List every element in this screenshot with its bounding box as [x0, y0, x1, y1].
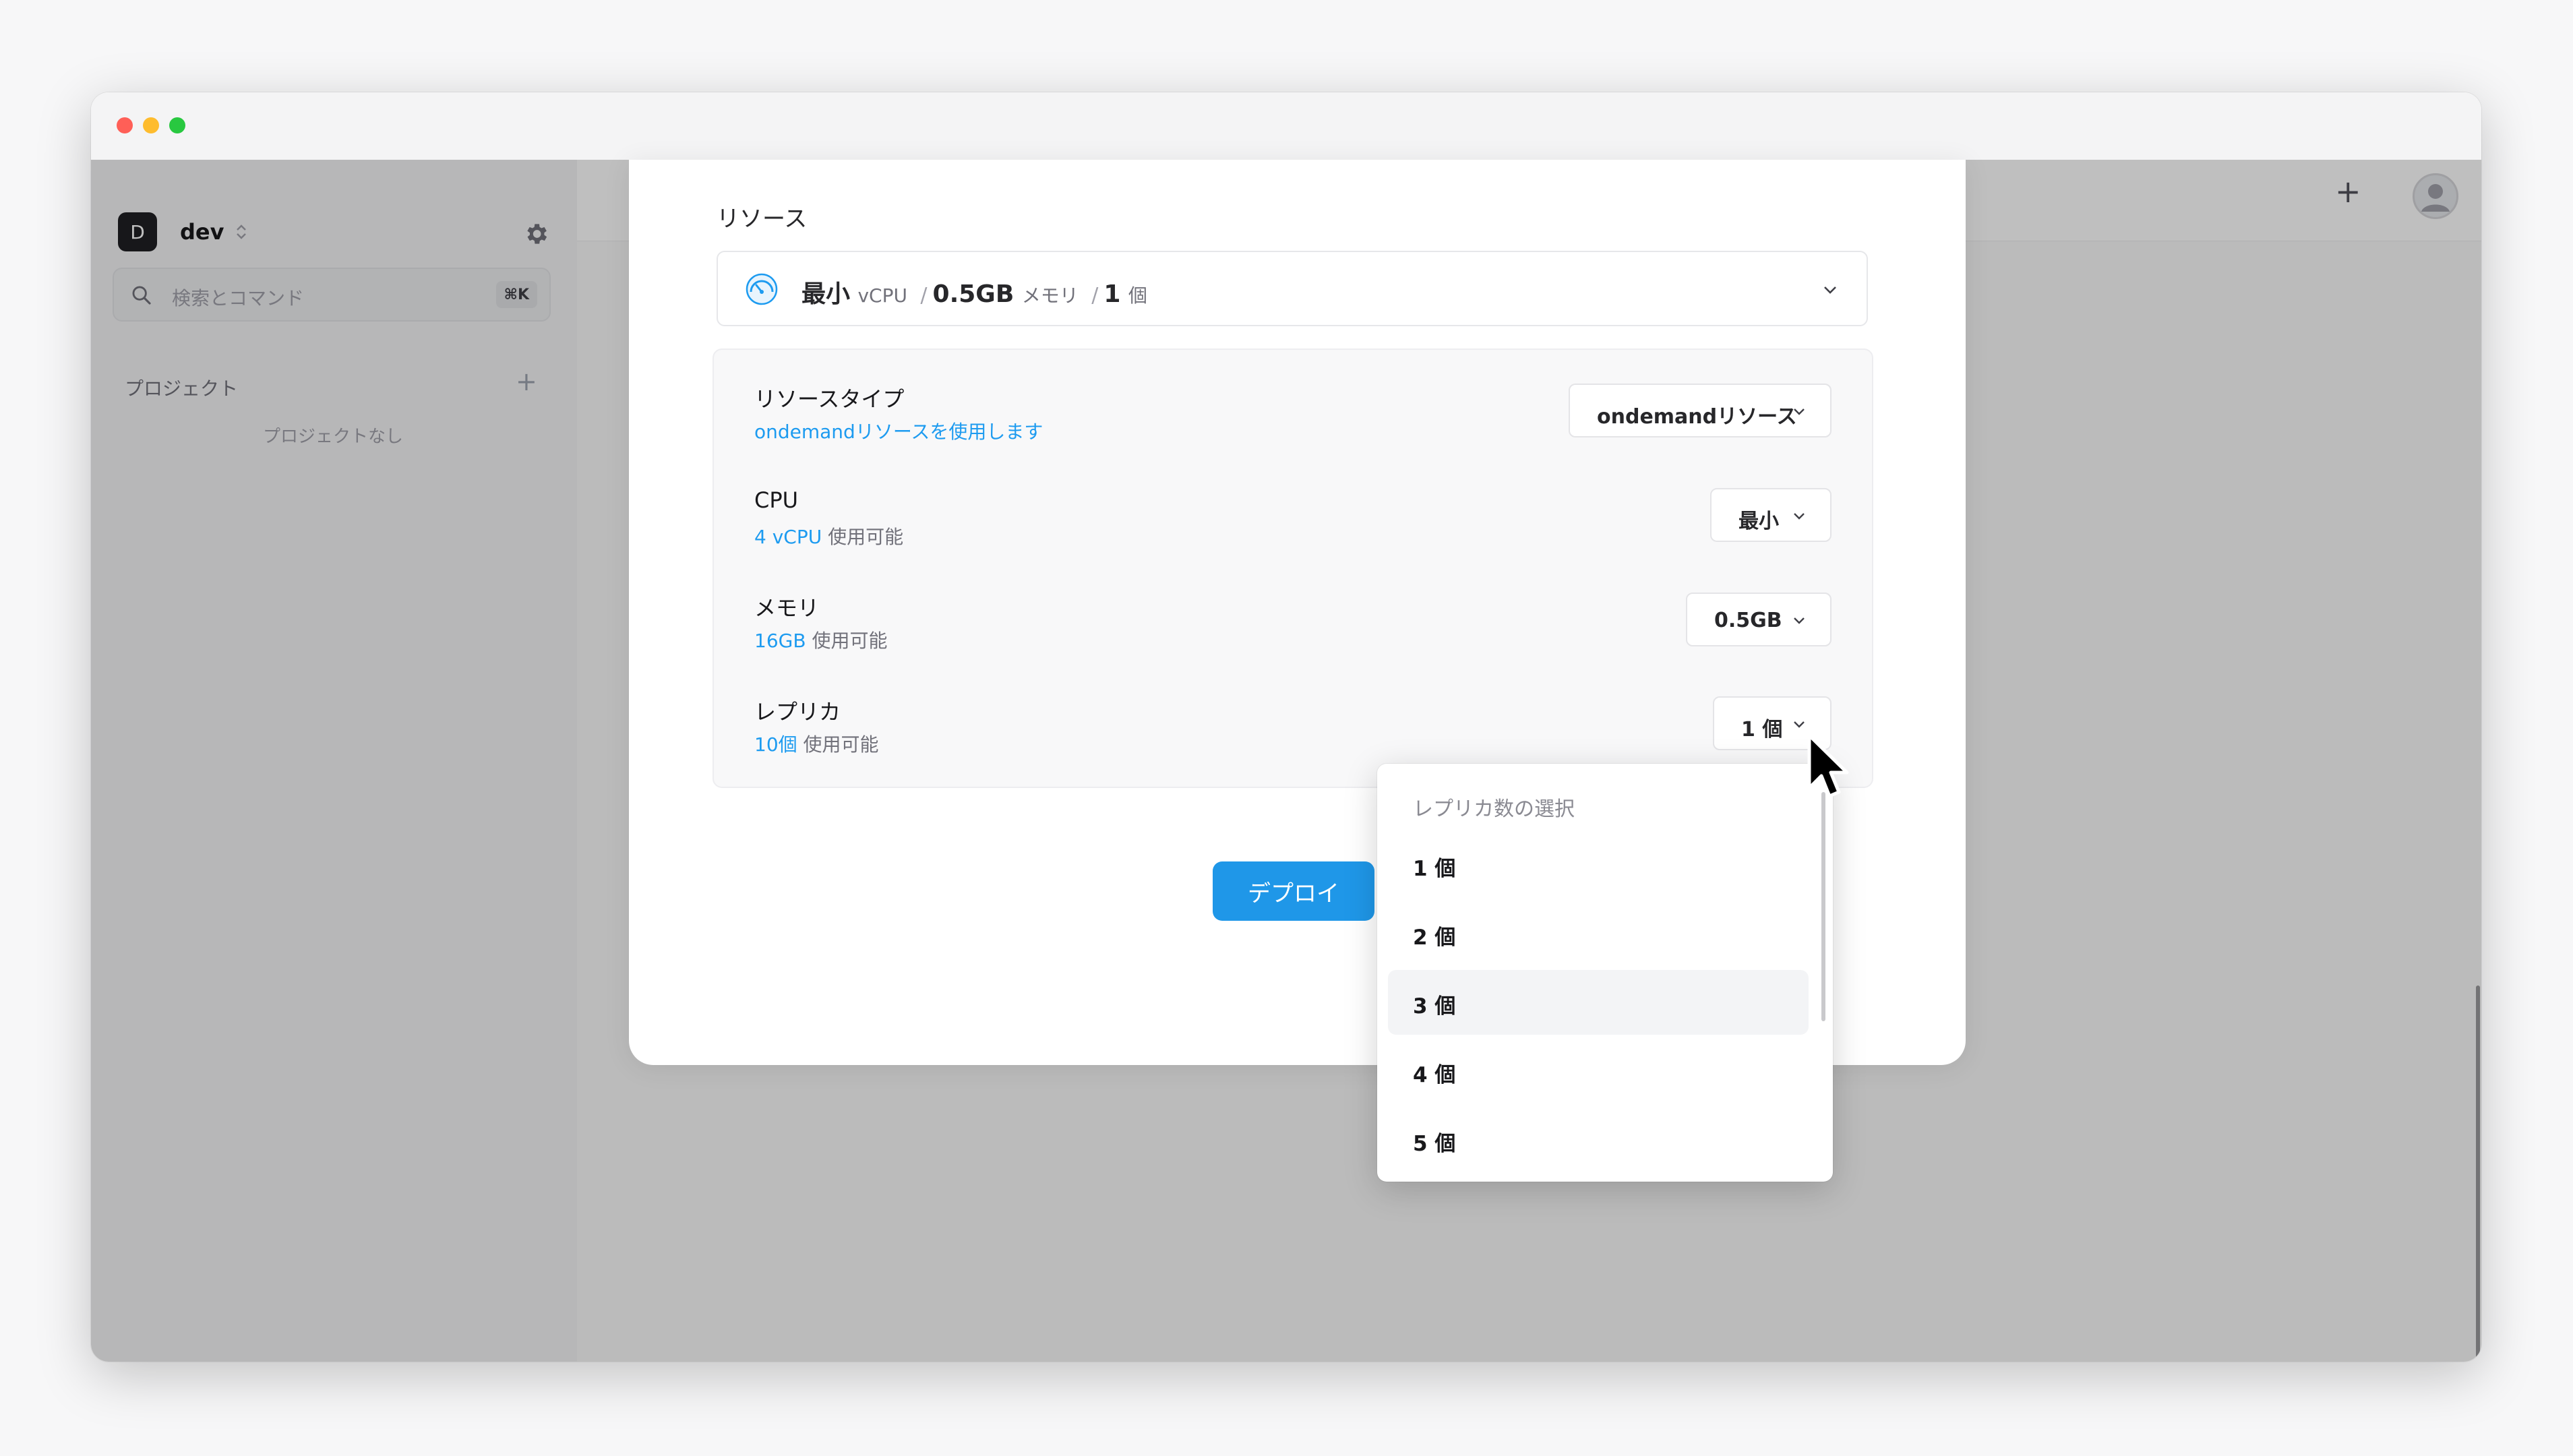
resource-type-label: リソースタイプ	[754, 386, 905, 412]
dropdown-header: レプリカ数の選択	[1413, 797, 1575, 821]
memory-label: メモリ	[754, 595, 820, 621]
dropdown-option[interactable]: 5 個	[1388, 1108, 1809, 1172]
cpu-available-suffix: 使用可能	[828, 526, 904, 548]
resource-summary-text: 最小 vCPU /0.5GB メモリ /1 個	[801, 274, 1147, 309]
chevron-down-icon	[1794, 408, 1805, 415]
memory-available-suffix: 使用可能	[812, 630, 888, 652]
replica-availability: 10個 使用可能	[754, 730, 879, 757]
summary-memory-unit: メモリ	[1021, 284, 1079, 307]
option-label: 5 個	[1413, 1132, 1456, 1156]
resource-section-title: リソース	[717, 206, 808, 233]
dropdown-option[interactable]: 4 個	[1388, 1039, 1809, 1103]
memory-value: 0.5GB	[1714, 609, 1782, 632]
chevron-down-icon	[1824, 286, 1836, 294]
summary-separator: /	[1091, 284, 1099, 307]
close-window-button[interactable]	[117, 117, 133, 133]
dropdown-option[interactable]: 2 個	[1388, 901, 1809, 966]
dropdown-option-highlighted[interactable]: 3 個	[1388, 970, 1809, 1035]
replica-count-dropdown: レプリカ数の選択 1 個 2 個 3 個 4 個 5 個	[1377, 764, 1833, 1182]
resource-type-select[interactable]: ondemandリソース	[1569, 384, 1832, 437]
memory-availability: 16GB 使用可能	[754, 626, 887, 653]
deploy-button[interactable]: デプロイ	[1213, 861, 1374, 921]
resource-type-value: ondemandリソース	[1597, 405, 1797, 429]
dropdown-scrollbar[interactable]	[1821, 792, 1825, 1021]
memory-available-value: 16GB	[754, 630, 806, 652]
dropdown-option[interactable]: 1 個	[1388, 832, 1809, 897]
summary-cpu: 最小	[801, 280, 851, 308]
cpu-select[interactable]: 最小	[1710, 488, 1832, 542]
chevron-down-icon	[1794, 513, 1805, 520]
maximize-window-button[interactable]	[169, 117, 185, 133]
summary-replicas: 1	[1103, 280, 1121, 308]
memory-select[interactable]: 0.5GB	[1686, 593, 1832, 646]
option-label: 1 個	[1413, 857, 1456, 881]
replica-label: レプリカ	[754, 699, 841, 725]
summary-memory: 0.5GB	[932, 280, 1015, 308]
replica-available-suffix: 使用可能	[803, 733, 879, 756]
summary-replicas-unit: 個	[1128, 284, 1147, 307]
option-label: 3 個	[1413, 994, 1456, 1019]
title-bar	[91, 92, 2481, 160]
summary-separator: /	[920, 284, 928, 307]
summary-cpu-unit: vCPU	[857, 284, 907, 307]
cpu-label: CPU	[754, 487, 799, 513]
resource-type-description: ondemandリソースを使用します	[754, 417, 1043, 444]
option-label: 4 個	[1413, 1063, 1456, 1087]
option-label: 2 個	[1413, 926, 1456, 950]
minimize-window-button[interactable]	[143, 117, 159, 133]
speed-gauge-icon	[746, 273, 778, 305]
resource-settings-panel: リソースタイプ ondemandリソースを使用します ondemandリソース …	[713, 348, 1873, 788]
resource-summary-select[interactable]: 最小 vCPU /0.5GB メモリ /1 個	[717, 251, 1868, 326]
resource-type-sub: ondemandリソースを使用します	[754, 421, 1043, 443]
cpu-value: 最小	[1738, 510, 1779, 533]
cpu-availability: 4 vCPU 使用可能	[754, 522, 903, 549]
cpu-available-value: 4 vCPU	[754, 526, 822, 548]
replica-value: 1 個	[1741, 718, 1783, 741]
replica-available-value: 10個	[754, 733, 797, 756]
chevron-down-icon	[1794, 617, 1805, 624]
mouse-cursor-icon	[1807, 733, 1849, 798]
